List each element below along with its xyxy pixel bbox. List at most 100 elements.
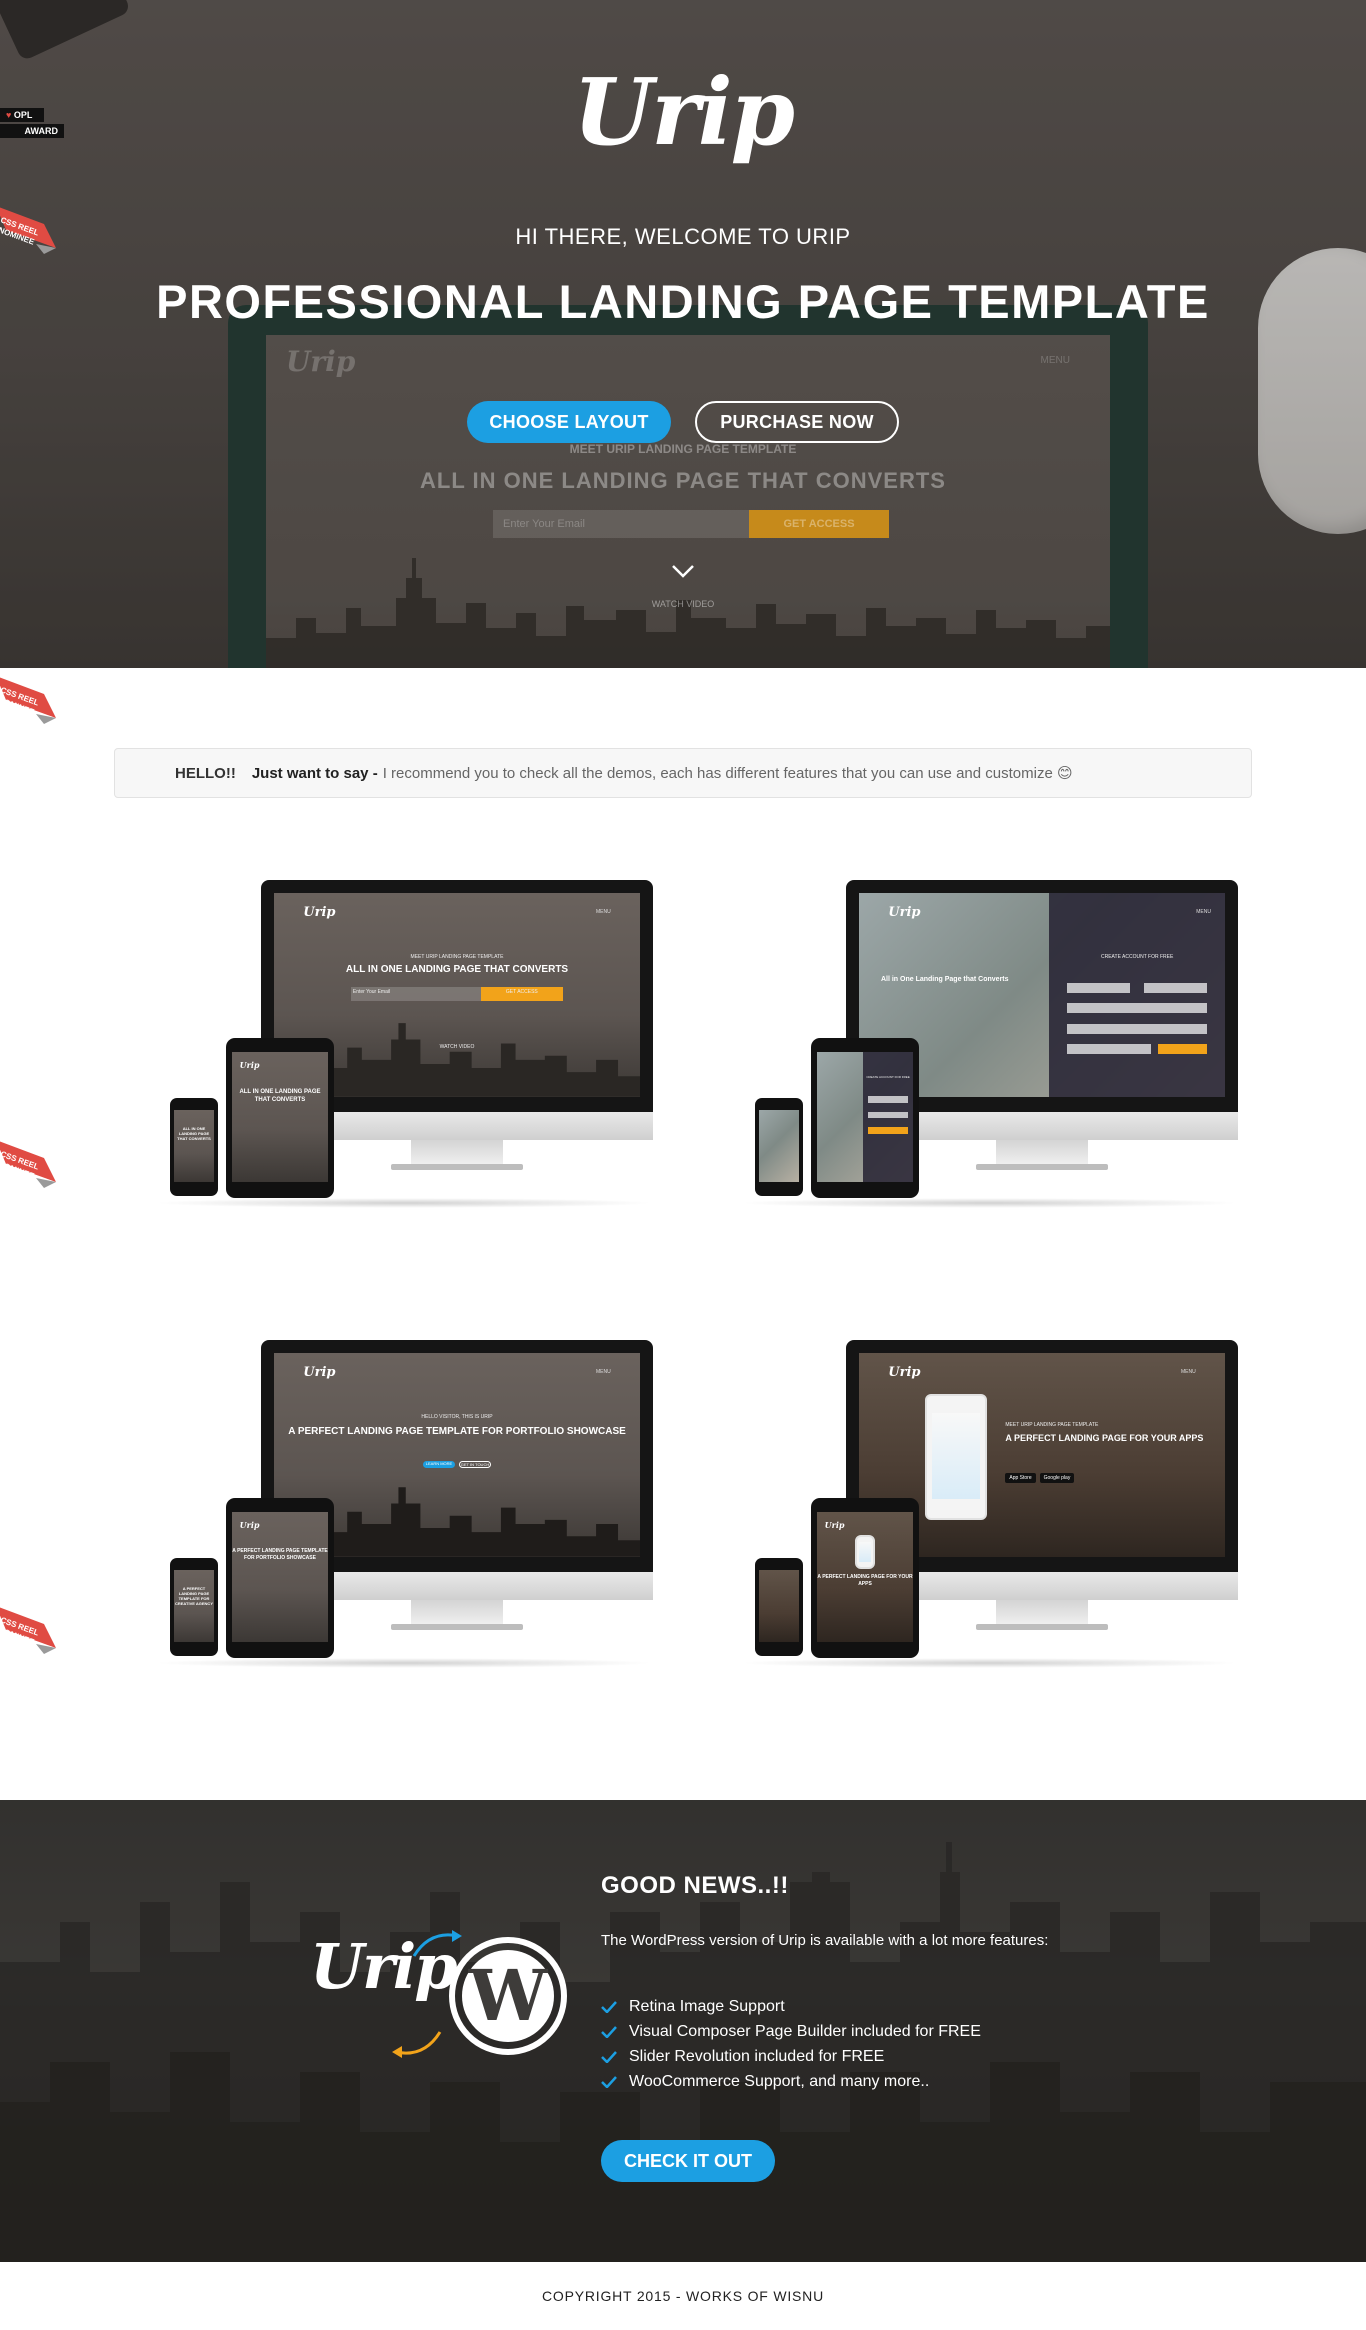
device-shadow xyxy=(154,1658,654,1668)
hero-buttons: CHOOSE LAYOUT PURCHASE NOW xyxy=(0,401,1366,443)
css-reel-ribbon[interactable]: CSS REEL NOMINEE xyxy=(0,666,58,724)
background-big-heading: ALL IN ONE LANDING PAGE THAT CONVERTS xyxy=(420,468,946,493)
award-label-2: AWARD xyxy=(0,124,64,138)
tablet-panel-title: CREATE ACCOUNT FOR FREE xyxy=(866,1075,910,1080)
background-watch-video: WATCH VIDEO xyxy=(651,599,715,609)
demo-get-in-touch-button: GET IN TOUCH xyxy=(459,1461,491,1469)
good-news-section: Urip W GOOD NEWS..!! The WordPress versi… xyxy=(0,1800,1366,2262)
css-reel-ribbon[interactable]: CSS REEL NOMINEE xyxy=(0,196,58,254)
hero-subtitle: HI THERE, WELCOME TO URIP xyxy=(515,224,851,249)
svg-text:W: W xyxy=(468,1954,549,2037)
check-icon xyxy=(601,2075,617,2088)
tablet-logo: Urip xyxy=(824,1519,845,1530)
demo-panel-title: CREATE ACCOUNT FOR FREE xyxy=(1101,954,1174,961)
purchase-now-button[interactable]: PURCHASE NOW xyxy=(695,401,899,443)
notice-message: I recommend you to check all the demos, … xyxy=(382,765,1073,782)
demo-signup-panel: MENU CREATE ACCOUNT FOR FREE xyxy=(1049,893,1225,1097)
check-icon xyxy=(601,2025,617,2038)
background-access-button: GET ACCESS xyxy=(749,510,889,538)
demo-menu: MENU xyxy=(596,909,611,916)
opl-award-badge[interactable]: ♥ OPL AWARD xyxy=(0,108,64,138)
demo-card-4[interactable]: Urip MENU MEET URIP LANDING PAGE TEMPLAT… xyxy=(739,1340,1299,1690)
feature-item: Retina Image Support xyxy=(601,1994,981,2019)
device-shadow xyxy=(739,1198,1239,1208)
check-icon xyxy=(601,2000,617,2013)
phone-mockup: ALL IN ONE LANDING PAGE THAT CONVERTS xyxy=(170,1098,218,1196)
feature-item: Slider Revolution included for FREE xyxy=(601,2044,981,2069)
demo-form: Enter Your Email GET ACCESS xyxy=(350,986,564,1002)
css-reel-ribbon[interactable]: CSS REEL NOMINEE xyxy=(0,1130,58,1188)
feature-label: WooCommerce Support, and many more.. xyxy=(629,2072,930,2090)
demo-headline: ALL IN ONE LANDING PAGE THAT CONVERTS xyxy=(345,964,569,976)
demo-small-heading: MEET URIP LANDING PAGE TEMPLATE xyxy=(1005,1422,1099,1429)
device-shadow xyxy=(739,1658,1239,1668)
demo-card-1[interactable]: Urip MENU MEET URIP LANDING PAGE TEMPLAT… xyxy=(154,880,714,1230)
check-icon xyxy=(601,2050,617,2063)
demo-logo: Urip xyxy=(303,905,336,921)
demo-logo: Urip xyxy=(888,1365,921,1381)
demo-card-3[interactable]: Urip MENU HELLO VISITOR, THIS IS URIP A … xyxy=(154,1340,714,1690)
feature-item: WooCommerce Support, and many more.. xyxy=(601,2069,981,2094)
choose-layout-button[interactable]: CHOOSE LAYOUT xyxy=(467,401,671,443)
award-label-1: OPL xyxy=(13,110,33,120)
demo-email-input: Enter Your Email xyxy=(350,986,481,1002)
notice-lead: Just want to say - xyxy=(251,764,378,782)
news-intro: The WordPress version of Urip is availab… xyxy=(601,1932,1049,1949)
feature-item: Visual Composer Page Builder included fo… xyxy=(601,2019,981,2044)
hero-title: PROFESSIONAL LANDING PAGE TEMPLATE xyxy=(156,275,1210,328)
tablet-app-phone xyxy=(855,1535,875,1570)
demo-store-buttons: App Store Google play xyxy=(1005,1473,1075,1484)
background-email-input: Enter Your Email xyxy=(493,510,749,538)
award-line-1: ♥ OPL xyxy=(0,108,44,122)
heart-icon: ♥ xyxy=(6,110,12,120)
phone-mockup: A PERFECT LANDING PAGE TEMPLATE FOR CREA… xyxy=(170,1558,218,1656)
footer: COPYRIGHT 2015 - WORKS OF WISNU xyxy=(0,2262,1366,2330)
demo-card-2[interactable]: Urip All in One Landing Page that Conver… xyxy=(739,880,1299,1230)
chevron-down-icon[interactable] xyxy=(670,558,696,584)
background-form: Enter Your Email GET ACCESS xyxy=(493,510,889,538)
tablet-headline: ALL IN ONE LANDING PAGE THAT CONVERTS xyxy=(239,1089,321,1104)
tablet-logo: Urip xyxy=(239,1519,260,1530)
demo-headline: A PERFECT LANDING PAGE TEMPLATE FOR PORT… xyxy=(288,1426,626,1438)
hero-section: Urip MENU MEET URIP LANDING PAGE TEMPLAT… xyxy=(0,0,1366,668)
demo-access-button: GET ACCESS xyxy=(480,986,564,1002)
google-play-badge: Google play xyxy=(1039,1473,1075,1484)
feature-list: Retina Image Support Visual Composer Pag… xyxy=(601,1994,981,2094)
demo-menu: MENU xyxy=(1196,909,1211,916)
demo-headline: A PERFECT LANDING PAGE FOR YOUR APPS xyxy=(1005,1432,1204,1443)
check-it-out-button[interactable]: CHECK IT OUT xyxy=(601,2140,775,2182)
phone-mockup xyxy=(755,1558,803,1656)
tablet-mockup: Urip A PERFECT LANDING PAGE TEMPLATE FOR… xyxy=(226,1498,334,1658)
news-title: GOOD NEWS..!! xyxy=(601,1872,789,1899)
news-urip-logo: Urip xyxy=(310,1930,458,2003)
feature-label: Visual Composer Page Builder included fo… xyxy=(629,2022,981,2040)
demo-menu: MENU xyxy=(1181,1369,1196,1376)
feature-label: Slider Revolution included for FREE xyxy=(629,2047,885,2065)
tablet-mockup: Urip ALL IN ONE LANDING PAGE THAT CONVER… xyxy=(226,1038,334,1198)
notice-bar: HELLO!! Just want to say - I recommend y… xyxy=(114,748,1252,798)
notice-hello: HELLO!! xyxy=(175,764,236,782)
tablet-signup-panel: CREATE ACCOUNT FOR FREE xyxy=(863,1052,913,1182)
site-logo[interactable]: Urip xyxy=(0,58,1366,166)
demo-headline: All in One Landing Page that Converts xyxy=(880,975,1009,983)
demo-small-heading: HELLO VISITOR, THIS IS URIP xyxy=(421,1414,493,1421)
tablet-logo: Urip xyxy=(239,1059,260,1070)
demo-small-heading: MEET URIP LANDING PAGE TEMPLATE xyxy=(410,954,504,961)
tablet-mockup: Urip A PERFECT LANDING PAGE FOR YOUR APP… xyxy=(811,1498,919,1658)
css-reel-ribbon[interactable]: CSS REEL NOMINEE xyxy=(0,1596,58,1654)
demo-menu: MENU xyxy=(596,1369,611,1376)
device-shadow xyxy=(154,1198,654,1208)
wordpress-logo-icon: W xyxy=(449,1937,567,2055)
phone-headline: A PERFECT LANDING PAGE TEMPLATE FOR CREA… xyxy=(174,1585,213,1606)
tablet-mockup: CREATE ACCOUNT FOR FREE xyxy=(811,1038,919,1198)
demo-logo: Urip xyxy=(888,905,921,921)
background-small-heading: MEET URIP LANDING PAGE TEMPLATE xyxy=(569,442,797,456)
demo-buttons: LEARN MORE GET IN TOUCH xyxy=(274,1461,640,1469)
copyright-text: COPYRIGHT 2015 - WORKS OF WISNU xyxy=(541,2288,825,2304)
phone-mockup xyxy=(755,1098,803,1196)
feature-label: Retina Image Support xyxy=(629,1997,785,2015)
tablet-headline: A PERFECT LANDING PAGE TEMPLATE FOR PORT… xyxy=(232,1548,328,1562)
phone-headline: ALL IN ONE LANDING PAGE THAT CONVERTS xyxy=(177,1125,211,1141)
demo-logo: Urip xyxy=(303,1365,336,1381)
tablet-headline: A PERFECT LANDING PAGE FOR YOUR APPS xyxy=(817,1574,913,1588)
